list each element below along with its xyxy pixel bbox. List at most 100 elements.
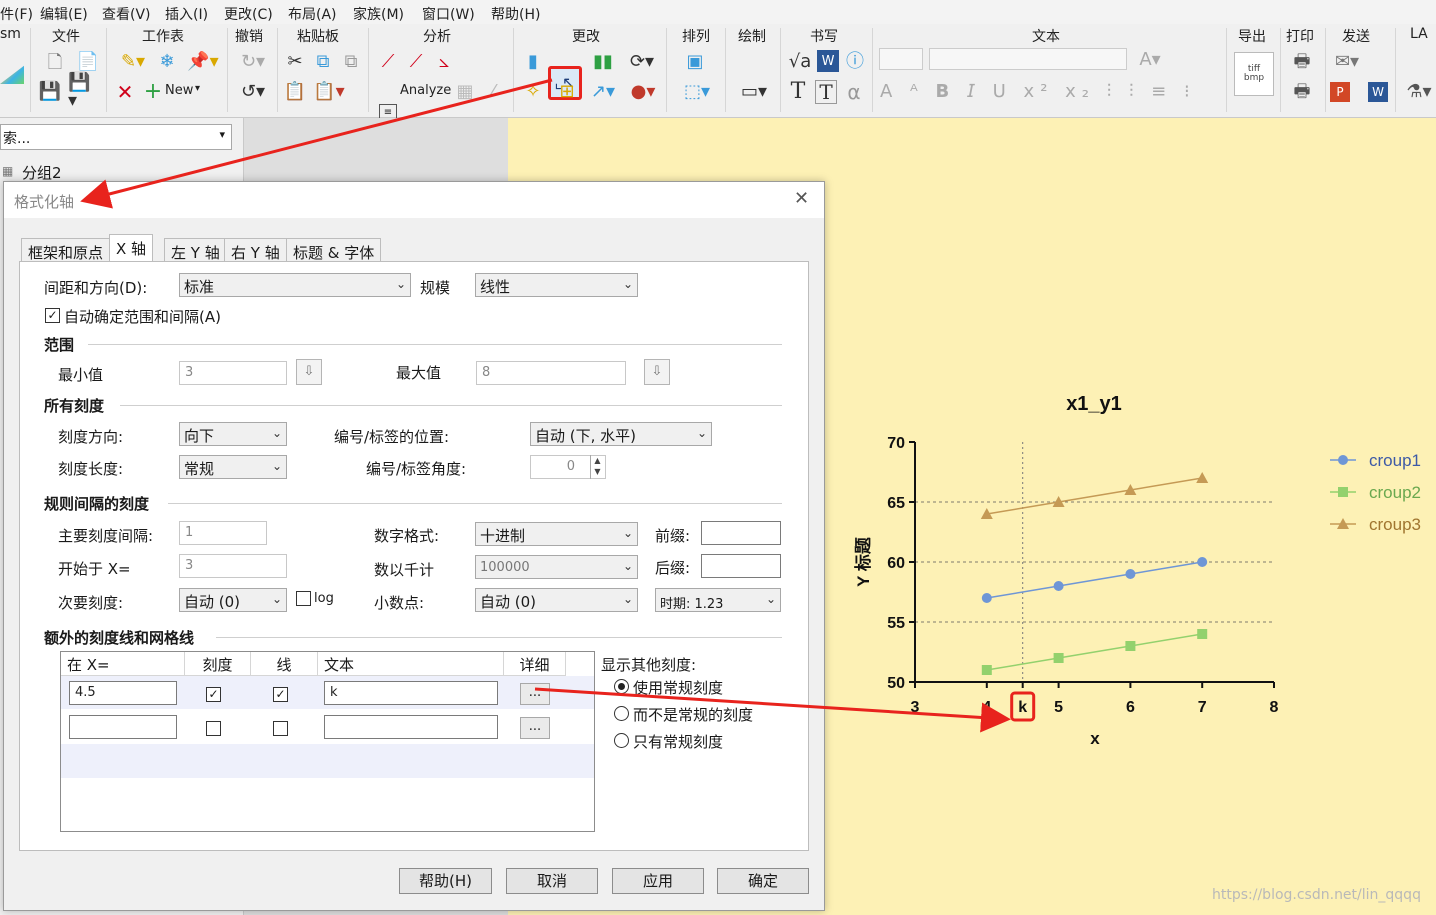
- extra-x-input[interactable]: 4.5: [69, 681, 177, 705]
- new-file-icon[interactable]: 🗋: [41, 51, 69, 75]
- label-angle-spinner[interactable]: ▲ ▼: [590, 455, 604, 479]
- close-icon[interactable]: ✕: [794, 188, 809, 209]
- prefix-input[interactable]: [701, 521, 781, 545]
- cancel-button[interactable]: 取消: [506, 868, 598, 894]
- help-button[interactable]: 帮助(H): [399, 868, 492, 894]
- copy-icon[interactable]: ⧉: [312, 50, 334, 74]
- paste-icon[interactable]: 📋: [284, 80, 306, 104]
- save-as-icon[interactable]: 💾▾: [68, 74, 98, 110]
- menu-family[interactable]: 家族(M): [353, 4, 404, 24]
- extra-detail-button-2[interactable]: ...: [520, 717, 550, 739]
- undo-icon[interactable]: ↺▾: [236, 80, 270, 104]
- sqrt-icon[interactable]: √a: [787, 50, 813, 74]
- pin-icon[interactable]: 📌▾: [184, 50, 222, 74]
- rectangle-icon[interactable]: ▭▾: [734, 80, 774, 104]
- menu-insert[interactable]: 插入(I): [165, 4, 208, 24]
- tick-direction-select[interactable]: 向下 ⌄: [179, 422, 287, 446]
- apply-button[interactable]: 应用: [612, 868, 704, 894]
- data-arrow-icon[interactable]: ↗▾: [588, 80, 618, 104]
- radio-only-regular[interactable]: [614, 733, 629, 748]
- menu-help[interactable]: 帮助(H): [491, 4, 540, 24]
- table-icon[interactable]: ▦: [454, 80, 476, 104]
- analyze-button-label[interactable]: Analyze: [400, 83, 451, 98]
- extra-text-input-2[interactable]: [324, 715, 498, 739]
- font-color-icon[interactable]: A▾: [1133, 48, 1167, 72]
- text-format-icons[interactable]: A ᴬ 𝗕 𝘐 U x² x₂ ⫶ ⫶ ≡ ⁝: [880, 80, 1220, 104]
- decimals-select[interactable]: 自动 (0) ⌄: [475, 588, 638, 612]
- extra-tick-checkbox[interactable]: ✓: [206, 687, 221, 702]
- tab-right-y-axis[interactable]: 右 Y 轴: [224, 238, 287, 262]
- extra-line-checkbox[interactable]: ✓: [273, 687, 288, 702]
- new-button-label[interactable]: New: [165, 83, 193, 98]
- auto-range-checkbox[interactable]: ✓: [45, 308, 60, 323]
- number-format-select[interactable]: 十进制 ⌄: [475, 522, 638, 546]
- analysis-curve-icon[interactable]: ⟋: [404, 50, 428, 74]
- font-color-select[interactable]: [879, 48, 923, 70]
- analysis-fit-icon[interactable]: ⦣: [432, 50, 456, 74]
- spacing-select[interactable]: 标准 ⌄: [179, 273, 411, 297]
- font-name-select[interactable]: [929, 48, 1127, 70]
- min-picker-button[interactable]: ⇩: [296, 359, 322, 385]
- print-icon[interactable]: 🖶: [1290, 50, 1314, 74]
- menu-layout[interactable]: 布局(A): [288, 4, 337, 24]
- date-format-select[interactable]: 时期: 1.23 ⌄: [655, 588, 781, 612]
- menu-change[interactable]: 更改(C): [224, 4, 273, 24]
- max-picker-button[interactable]: ⇩: [644, 359, 670, 385]
- word-icon[interactable]: W: [817, 50, 839, 72]
- suffix-input[interactable]: [701, 554, 781, 578]
- label-position-select[interactable]: 自动 (下, 水平) ⌄: [530, 422, 712, 446]
- rotate-icon[interactable]: ⟳▾: [626, 50, 658, 74]
- menu-edit[interactable]: 编辑(E): [40, 4, 88, 24]
- tab-title-font[interactable]: 标题 & 字体: [286, 238, 382, 262]
- export-icon[interactable]: tiff bmp: [1234, 52, 1274, 96]
- info-icon[interactable]: ⓘ: [843, 50, 867, 74]
- ok-button[interactable]: 确定: [717, 868, 809, 894]
- menu-file[interactable]: 件(F): [0, 4, 33, 24]
- wand-icon[interactable]: ⁄: [482, 80, 504, 104]
- search-field[interactable]: 索... ▾: [0, 124, 232, 150]
- magic-icon[interactable]: ✧: [521, 80, 545, 104]
- analysis-line-icon[interactable]: ⟋: [376, 50, 400, 74]
- extra-x-input-2[interactable]: [69, 715, 177, 739]
- scale-select[interactable]: 线性 ⌄: [475, 273, 638, 297]
- tick-length-select[interactable]: 常规 ⌄: [179, 455, 287, 479]
- powerpoint-icon[interactable]: P: [1330, 82, 1350, 102]
- arrange-icon[interactable]: ▣: [683, 50, 707, 74]
- print-preview-icon[interactable]: 🖶: [1290, 80, 1314, 104]
- extra-line-checkbox-2[interactable]: [273, 721, 288, 736]
- paste-dropdown-icon[interactable]: 📋▾: [312, 80, 346, 104]
- log-checkbox[interactable]: [296, 591, 311, 606]
- align-icon[interactable]: ⬚▾: [680, 80, 714, 104]
- min-value-input[interactable]: 3: [179, 361, 287, 385]
- menu-window[interactable]: 窗口(W): [422, 4, 475, 24]
- new-plus-icon[interactable]: +: [142, 80, 164, 104]
- word-send-icon[interactable]: W: [1368, 82, 1388, 102]
- color-scheme-icon[interactable]: ●▾: [626, 80, 660, 104]
- highlight-icon[interactable]: ✎▾: [114, 49, 152, 75]
- cut-icon[interactable]: ✂: [284, 50, 306, 74]
- tab-frame-origin[interactable]: 框架和原点: [21, 238, 111, 262]
- tab-x-axis[interactable]: X 轴: [109, 234, 154, 263]
- extra-text-input[interactable]: k: [324, 681, 498, 705]
- open-file-icon[interactable]: 📄: [76, 50, 100, 74]
- save-icon[interactable]: 💾: [39, 80, 61, 104]
- add-data-icon[interactable]: ⊞: [555, 80, 579, 104]
- max-value-input[interactable]: 8: [476, 361, 626, 385]
- redo-icon[interactable]: ↻▾: [236, 50, 270, 74]
- tab-left-y-axis[interactable]: 左 Y 轴: [164, 238, 227, 262]
- chart-type-icon[interactable]: ▮: [521, 50, 545, 74]
- tree-item-group2[interactable]: 分组2: [22, 162, 62, 183]
- minor-ticks-select[interactable]: 自动 (0) ⌄: [179, 588, 287, 612]
- radio-instead-regular[interactable]: [614, 706, 629, 721]
- menu-view[interactable]: 查看(V): [102, 4, 151, 24]
- textbox-icon[interactable]: T: [815, 80, 837, 104]
- alpha-icon[interactable]: α: [843, 80, 865, 104]
- extra-detail-button[interactable]: ...: [520, 683, 550, 705]
- snowflake-icon[interactable]: ❄: [156, 50, 178, 74]
- delete-icon[interactable]: ✕: [114, 80, 136, 104]
- start-at-input[interactable]: 3: [179, 554, 287, 578]
- text-icon[interactable]: T: [787, 80, 809, 104]
- paste-special-icon[interactable]: ⧉: [340, 50, 362, 74]
- thousands-select[interactable]: 100000 ⌄: [475, 555, 638, 579]
- radio-use-regular[interactable]: [614, 679, 629, 694]
